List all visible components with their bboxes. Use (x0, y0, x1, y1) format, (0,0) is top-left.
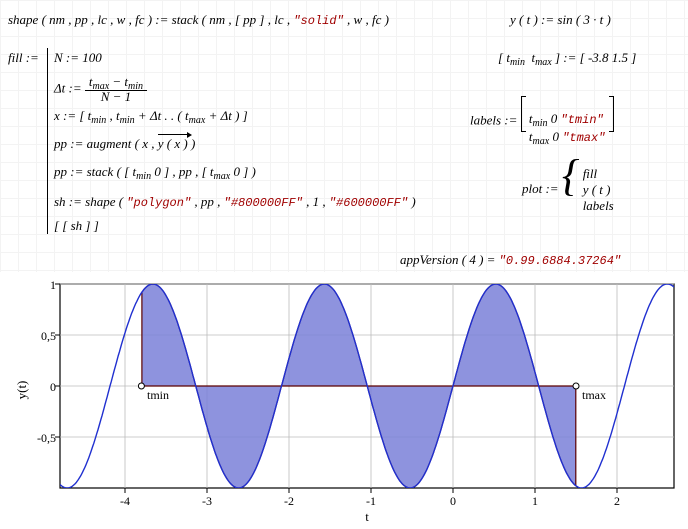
svg-text:-3: -3 (202, 494, 212, 508)
x-def: x := [ tmin , tmin + Δt . . ( tmax + Δt … (54, 108, 248, 124)
svg-text:2: 2 (614, 494, 620, 508)
y-def: y ( t ) := sin ( 3 · t ) (510, 12, 611, 28)
labels-def: labels := tmin 0 "tmin" tmax 0 "tmax" (470, 96, 614, 147)
svg-text:-4: -4 (120, 494, 130, 508)
ytick-05: 0,5 (41, 329, 56, 343)
svg-text:-1: -1 (366, 494, 376, 508)
dt-def: Δt := tmax − tmin N − 1 (54, 76, 147, 103)
marker-tmax (573, 383, 579, 389)
ytick-1: 1 (50, 278, 56, 292)
ytick-n05: -0,5 (37, 431, 56, 445)
program-bar (47, 48, 48, 234)
svg-text:1: 1 (532, 494, 538, 508)
shape-def: shape ( nm , pp , lc , w , fc ) := stack… (8, 12, 389, 28)
sh-sh: [ [ sh ] ] (54, 218, 99, 234)
fill-label: fill := (8, 50, 39, 66)
pp-stack: pp := stack ( [ tmin 0 ] , pp , [ tmax 0… (54, 164, 256, 180)
marker-label-tmax: tmax (582, 388, 606, 402)
ylabel: y(t) (14, 381, 29, 400)
ytick-0: 0 (50, 380, 56, 394)
marker-tmin (138, 383, 144, 389)
plot-def: plot := { fill y ( t ) labels (522, 166, 614, 214)
n-def: N := 100 (54, 50, 102, 66)
marker-label-tmin: tmin (147, 388, 169, 402)
tmin-tmax-def: [ tmin tmax ] := [ -3.8 1.5 ] (498, 50, 636, 66)
svg-text:0: 0 (450, 494, 456, 508)
svg-text:-2: -2 (284, 494, 294, 508)
sh-def: sh := shape ( "polygon" , pp , "#800000F… (54, 194, 416, 210)
xlabel: t (365, 509, 369, 524)
app-version: appVersion ( 4 ) = "0.99.6884.37264" (400, 252, 621, 268)
pp-augment: pp := augment ( x , y ( x ) ) (54, 136, 195, 152)
plot-svg: 1 0,5 0 -0,5 -4 -3 -2 -1 0 1 2 t y(t) tmin t… (12, 278, 680, 524)
plot-area: 1 0,5 0 -0,5 -4 -3 -2 -1 0 1 2 t y(t) tmin t… (12, 278, 680, 524)
